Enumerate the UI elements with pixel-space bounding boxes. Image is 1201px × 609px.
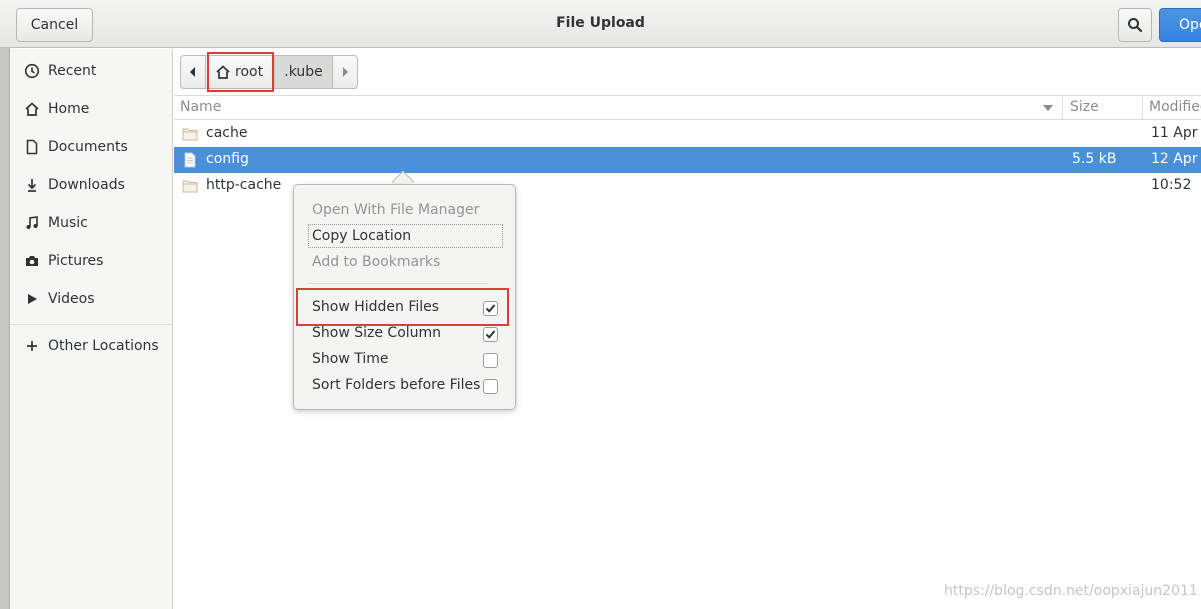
sidebar-item-pictures[interactable]: Pictures (11, 243, 173, 279)
annotation-highlight-root (207, 52, 274, 92)
file-row-config[interactable]: config 5.5 kB 12 Apr (174, 147, 1201, 173)
path-scroll-left-button[interactable] (180, 55, 206, 89)
menu-item-show-time[interactable]: Show Time (312, 351, 389, 367)
file-row-cache[interactable]: cache 11 Apr (174, 121, 1201, 147)
menu-item-copy-location[interactable]: Copy Location (312, 228, 411, 244)
sort-descending-icon (1043, 105, 1053, 111)
folder-icon (182, 180, 198, 193)
file-modified: 12 Apr (1151, 151, 1198, 167)
column-separator (1142, 96, 1143, 120)
places-sidebar: Recent Home Documents Downloads Music Pi… (11, 49, 173, 609)
background-window-edge (0, 0, 10, 609)
sidebar-item-label: Recent (48, 63, 97, 79)
clock-icon (24, 63, 40, 79)
sidebar-item-label: Pictures (48, 253, 104, 269)
sidebar-item-videos[interactable]: Videos (11, 281, 173, 317)
path-button-label: .kube (284, 64, 323, 80)
show-size-column-checkbox[interactable] (483, 327, 498, 342)
sidebar-item-recent[interactable]: Recent (11, 53, 173, 89)
watermark-text: https://blog.csdn.net/oopxiajun2011 (944, 583, 1198, 599)
menu-item-sort-folders-before-files[interactable]: Sort Folders before Files (312, 377, 480, 393)
music-icon (24, 215, 40, 231)
folder-icon (182, 128, 198, 141)
column-header-size[interactable]: Size (1070, 99, 1099, 115)
sidebar-divider (11, 324, 173, 325)
dialog-title: File Upload (556, 15, 645, 31)
menu-item-show-size-column[interactable]: Show Size Column (312, 325, 441, 341)
file-name: cache (206, 125, 248, 141)
sidebar-item-label: Home (48, 101, 90, 117)
sidebar-item-label: Music (48, 215, 88, 231)
sidebar-item-label: Other Locations (48, 338, 159, 354)
menu-item-open-with-file-manager[interactable]: Open With File Manager (312, 202, 479, 218)
chevron-left-icon (190, 67, 195, 77)
sidebar-item-label: Documents (48, 139, 128, 155)
camera-icon (24, 253, 40, 269)
file-size: 5.5 kB (1072, 151, 1117, 167)
menu-separator (308, 283, 488, 284)
sidebar-item-home[interactable]: Home (11, 91, 173, 127)
document-icon (24, 139, 40, 155)
download-icon (24, 177, 40, 193)
cancel-button[interactable]: Cancel (16, 8, 93, 42)
sidebar-item-label: Videos (48, 291, 95, 307)
search-button[interactable] (1118, 8, 1152, 42)
home-icon (24, 101, 40, 117)
sidebar-item-documents[interactable]: Documents (11, 129, 173, 165)
open-button[interactable]: Open (1159, 8, 1201, 42)
menu-item-add-to-bookmarks[interactable]: Add to Bookmarks (312, 254, 440, 270)
search-icon (1128, 18, 1143, 33)
chevron-right-icon (343, 67, 348, 77)
checkmark-icon (485, 330, 496, 339)
file-name: http-cache (206, 177, 282, 193)
sidebar-item-label: Downloads (48, 177, 125, 193)
file-name: config (206, 151, 249, 167)
sidebar-item-downloads[interactable]: Downloads (11, 167, 173, 203)
sort-folders-checkbox[interactable] (483, 379, 498, 394)
path-scroll-right-button[interactable] (332, 55, 358, 89)
file-modified: 10:52 (1151, 177, 1192, 193)
path-button-kube[interactable]: .kube (274, 55, 332, 89)
file-list-header: Name Size Modified (174, 95, 1201, 120)
header-bar: File Upload Cancel Open (0, 0, 1201, 48)
column-header-modified[interactable]: Modified (1149, 99, 1201, 115)
video-icon (24, 291, 40, 307)
show-time-checkbox[interactable] (483, 353, 498, 368)
file-modified: 11 Apr (1151, 125, 1198, 141)
column-separator (1062, 96, 1063, 120)
column-header-name[interactable]: Name (180, 99, 221, 115)
sidebar-item-other-locations[interactable]: Other Locations (11, 328, 173, 364)
text-file-icon (184, 152, 196, 168)
plus-icon (24, 338, 40, 354)
sidebar-item-music[interactable]: Music (11, 205, 173, 241)
annotation-highlight-show-hidden (296, 288, 509, 326)
